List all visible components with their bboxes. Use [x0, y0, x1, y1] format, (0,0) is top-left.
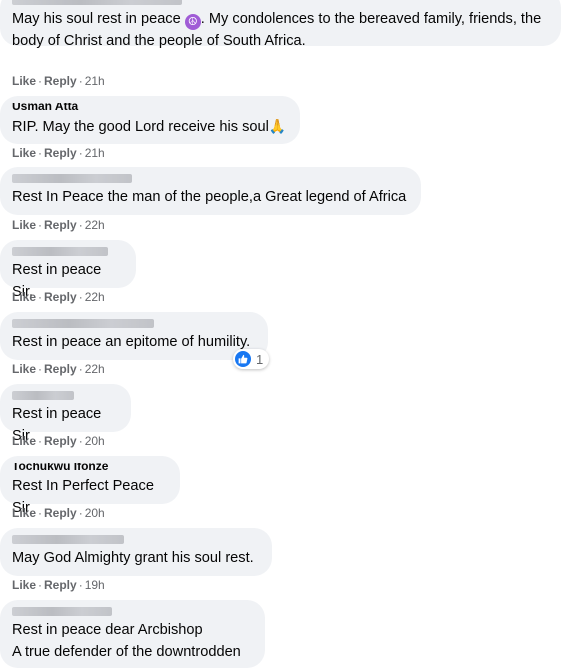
comment-bubble: May his soul rest in peace ☮. My condole… — [0, 0, 561, 49]
thumbs-up-icon — [235, 351, 251, 367]
comment-timestamp[interactable]: 22h — [85, 362, 105, 376]
comment-timestamp[interactable]: 22h — [85, 290, 105, 304]
comment-bubble: Usman Atta RIP. May the good Lord receiv… — [0, 96, 300, 144]
comment-actions: Like · Reply · 20h — [12, 434, 105, 448]
comment-bubble: Rest in peace Sir — [0, 384, 131, 444]
comment-text: Rest In Peace the man of the people,a Gr… — [12, 189, 407, 205]
comment-actions: Like · Reply · 21h — [12, 146, 105, 160]
reply-link[interactable]: Reply — [44, 506, 77, 520]
comment-actions: Like · Reply · 21h — [12, 74, 105, 88]
like-link[interactable]: Like — [12, 74, 36, 88]
comment-text: May his soul rest in peace ☮. My condole… — [12, 11, 542, 49]
reply-link[interactable]: Reply — [44, 434, 77, 448]
comment-actions: Like · Reply · 22h — [12, 218, 105, 232]
comment-author[interactable] — [12, 535, 260, 544]
comment-text: May God Almighty grant his soul rest. — [12, 550, 254, 566]
comment-author[interactable] — [12, 174, 409, 183]
comment-item: May God Almighty grant his soul rest. — [0, 528, 272, 576]
reply-link[interactable]: Reply — [44, 146, 77, 160]
comment-bubble: Rest In Peace the man of the people,a Gr… — [0, 167, 421, 215]
comment-timestamp[interactable]: 21h — [85, 146, 105, 160]
reaction-summary[interactable]: 1 — [233, 349, 270, 369]
like-link[interactable]: Like — [12, 362, 36, 376]
reaction-count: 1 — [256, 351, 264, 367]
comment-actions: Like · Reply · 22h — [12, 362, 105, 376]
peace-icon: ☮ — [184, 14, 201, 30]
comment-author[interactable]: Tochukwu Ifonze — [12, 463, 168, 472]
comment-actions: Like · Reply · 22h — [12, 290, 105, 304]
comment-item: May his soul rest in peace ☮. My condole… — [0, 0, 561, 60]
comment-author[interactable] — [12, 391, 119, 400]
like-link[interactable]: Like — [12, 578, 36, 592]
comment-item: Usman Atta RIP. May the good Lord receiv… — [0, 96, 300, 144]
comment-item: Rest in peace an epitome of humility. — [0, 312, 268, 360]
reply-link[interactable]: Reply — [44, 290, 77, 304]
comment-item: Rest In Peace the man of the people,a Gr… — [0, 167, 421, 215]
like-link[interactable]: Like — [12, 218, 36, 232]
comment-text: Rest in peace dear Arcbishop A true defe… — [12, 622, 241, 660]
like-link[interactable]: Like — [12, 290, 36, 304]
comment-item: Rest in peace dear Arcbishop A true defe… — [0, 600, 265, 668]
comment-author[interactable] — [12, 0, 549, 5]
comment-author[interactable]: Usman Atta — [12, 103, 288, 112]
comment-author[interactable] — [12, 247, 124, 256]
like-link[interactable]: Like — [12, 434, 36, 448]
comment-timestamp[interactable]: 20h — [85, 506, 105, 520]
comment-timestamp[interactable]: 19h — [85, 578, 105, 592]
reply-link[interactable]: Reply — [44, 74, 77, 88]
comment-bubble: May God Almighty grant his soul rest. — [0, 528, 272, 576]
reply-link[interactable]: Reply — [44, 362, 77, 376]
comment-timestamp[interactable]: 21h — [85, 74, 105, 88]
comment-timestamp[interactable]: 20h — [85, 434, 105, 448]
comment-bubble: Rest in peace Sir. — [0, 240, 136, 300]
comment-bubble: Rest in peace an epitome of humility. — [0, 312, 268, 360]
reply-link[interactable]: Reply — [44, 218, 77, 232]
like-link[interactable]: Like — [12, 506, 36, 520]
comment-text: Rest in peace an epitome of humility. — [12, 334, 251, 350]
comment-author[interactable] — [12, 607, 253, 616]
comment-actions: Like · Reply · 19h — [12, 578, 105, 592]
comment-bubble: Tochukwu Ifonze Rest In Perfect Peace Si… — [0, 456, 180, 516]
comment-author[interactable] — [12, 319, 256, 328]
comment-actions: Like · Reply · 20h — [12, 506, 105, 520]
comment-text: RIP. May the good Lord receive his soul🙏 — [12, 118, 287, 135]
comment-timestamp[interactable]: 22h — [85, 218, 105, 232]
comment-bubble: Rest in peace dear Arcbishop A true defe… — [0, 600, 265, 668]
reply-link[interactable]: Reply — [44, 578, 77, 592]
folded-hands-icon: 🙏 — [268, 118, 287, 134]
like-link[interactable]: Like — [12, 146, 36, 160]
